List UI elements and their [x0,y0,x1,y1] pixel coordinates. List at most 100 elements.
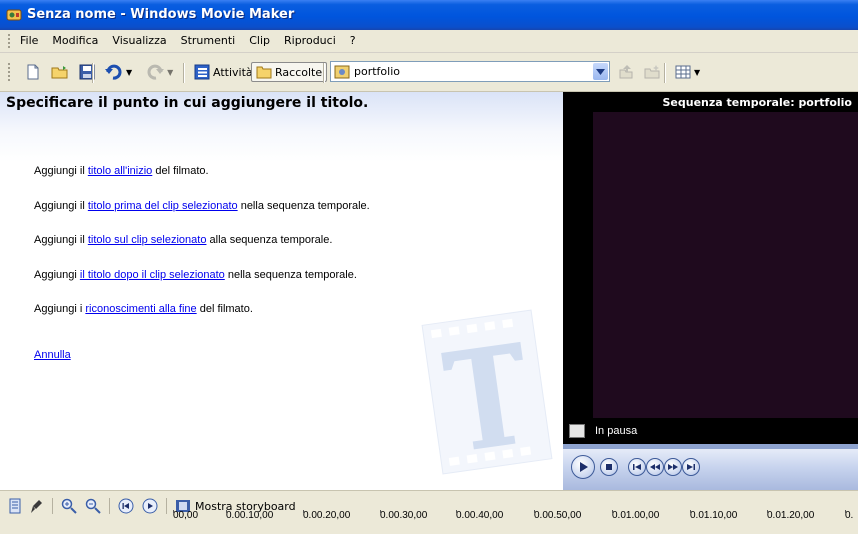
ruler-tick-mark [173,510,174,513]
ruler-tick-mark [612,510,613,513]
play-timeline-icon[interactable] [142,498,158,514]
ruler-tick-label: 00,00 [173,510,199,521]
video-preview-screen[interactable] [563,112,858,418]
task-option-prefix: Aggiungi il [34,165,88,177]
task-option-link[interactable]: riconoscimenti alla fine [85,303,196,315]
screen-icon [569,424,585,438]
task-pane: Specificare il punto in cui aggiungere i… [0,92,563,490]
ruler-tick-mark [690,510,691,513]
window-title: Senza nome - Windows Movie Maker [27,7,295,22]
menu-item-modifica[interactable]: Modifica [52,34,98,47]
new-project-button[interactable] [20,61,46,83]
new-collection-button[interactable] [639,61,665,83]
ruler-tick-label: 0.01.10,00 [690,510,738,521]
views-button[interactable]: ▼ [670,62,705,82]
collections-button[interactable]: Raccolte [251,62,328,82]
storyboard-toggle-icon[interactable] [8,498,22,514]
playback-controls [563,444,858,490]
zoom-in-icon[interactable] [61,498,77,514]
play-button[interactable] [571,455,595,479]
task-option-line: Aggiungi il titolo prima del clip selezi… [34,200,370,212]
open-folder-icon [51,66,68,79]
task-option-link[interactable]: il titolo dopo il clip selezionato [80,269,225,281]
up-one-level-button[interactable] [613,61,639,83]
collection-dropdown[interactable]: portfolio [330,61,610,82]
task-option-suffix: nella sequenza temporale. [237,200,370,212]
timeline-panel: Mostra storyboard 00,00 0.00.10,00 0.00.20… [0,490,858,534]
ruler-tick-mark [226,510,227,513]
collections-label: Raccolte [275,65,323,79]
playback-status-bar: In pausa [563,419,858,443]
ruler-tick-mark [845,510,846,513]
redo-button[interactable]: ▼ [141,61,178,83]
menu-item-clip[interactable]: Clip [249,34,270,47]
activities-button[interactable]: Attività [189,61,258,83]
task-option-link[interactable]: titolo sul clip selezionato [88,234,207,246]
skip-back-icon [633,464,641,470]
undo-dropdown-arrow-icon[interactable]: ▼ [126,68,132,77]
cancel-link[interactable]: Annulla [34,349,71,361]
menu-item-help[interactable]: ? [350,34,356,47]
timeline-ruler[interactable]: 00,00 0.00.10,00 0.00.20,00 0.00.30,00 0.00.… [170,510,858,534]
menu-item-visualizza[interactable]: Visualizza [112,34,166,47]
task-option-line: Aggiungi i riconoscimenti alla fine del … [34,303,253,315]
save-project-button[interactable] [74,61,100,83]
toolbar: ▼ ▼ Attività Raccolte portfolio ▼ [0,53,858,92]
zoom-out-icon[interactable] [85,498,101,514]
menu-item-riproduci[interactable]: Riproduci [284,34,336,47]
ruler-tick-label: 0.00.30,00 [380,510,428,521]
views-dropdown-arrow-icon[interactable]: ▼ [694,68,700,77]
ruler-tick-label: 0.00.20,00 [303,510,351,521]
redo-arrow-icon [147,64,165,80]
monitor-title: Sequenza temporale: portfolio [662,96,852,109]
activities-list-icon [194,64,210,80]
previous-frame-start-button[interactable] [628,458,646,476]
ruler-tick-mark [303,510,304,513]
collections-folder-icon [256,66,272,79]
undo-button[interactable]: ▼ [100,61,137,83]
narrate-microphone-icon[interactable] [30,498,44,514]
rewind-icon [650,464,660,470]
collection-value: portfolio [354,65,400,78]
task-option-line: Aggiungi il titolo dopo il clip selezion… [34,269,357,281]
views-grid-icon [675,65,691,79]
stop-button[interactable] [600,458,618,476]
next-frame-end-button[interactable] [682,458,700,476]
toolbar-grip[interactable] [8,63,10,81]
task-option-prefix: Aggiungi il [34,234,88,246]
stop-icon [606,464,612,470]
task-option-suffix: del filmato. [196,303,253,315]
menu-item-file[interactable]: File [20,34,38,47]
next-frame-button[interactable] [664,458,682,476]
open-project-button[interactable] [46,61,74,83]
previous-frame-button[interactable] [646,458,664,476]
rewind-timeline-icon[interactable] [118,498,134,514]
redo-dropdown-arrow-icon[interactable]: ▼ [167,68,173,77]
menu-bar: File Modifica Visualizza Strumenti Clip Ripro… [0,30,858,53]
play-icon [580,462,588,472]
ruler-tick-label: 0.01.20,00 [767,510,815,521]
task-option-prefix: Aggiungi [34,269,80,281]
seek-bar[interactable] [563,444,858,449]
ruler-tick-label: 0.01.00,00 [612,510,660,521]
activities-label: Attività [213,65,253,79]
task-option-suffix: del filmato. [152,165,209,177]
new-document-icon [27,64,39,80]
ruler-tick-label: 0.00.40,00 [456,510,504,521]
fast-forward-icon [668,464,678,470]
skip-forward-icon [687,464,695,470]
collection-folder-icon [334,65,350,78]
movie-maker-app-icon[interactable] [6,7,22,23]
monitor-title-bar: Sequenza temporale: portfolio [563,92,858,112]
task-option-link[interactable]: titolo prima del clip selezionato [88,200,238,212]
task-option-line: Aggiungi il titolo sul clip selezionato … [34,234,332,246]
task-option-link[interactable]: titolo all'inizio [88,165,152,177]
ruler-tick-label: 0. [845,510,854,521]
new-folder-icon [644,65,660,79]
task-option-line: Aggiungi il titolo all'inizio del filmat… [34,165,209,177]
playback-status: In pausa [595,425,638,437]
menu-item-strumenti[interactable]: Strumenti [181,34,236,47]
menu-grip[interactable] [8,34,10,48]
dropdown-arrow-icon[interactable] [593,63,608,80]
task-option-prefix: Aggiungi il [34,200,88,212]
